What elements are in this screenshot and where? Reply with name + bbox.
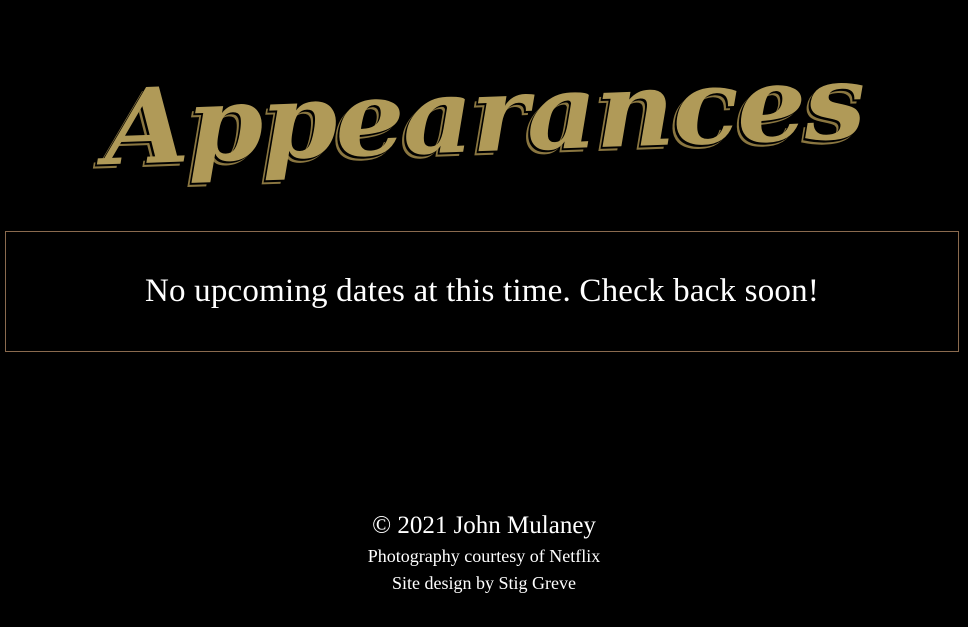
design-credit: Site design by Stig Greve xyxy=(392,573,576,593)
appearances-page: Appearances No upcoming dates at this ti… xyxy=(0,0,968,627)
photo-credit: Photography courtesy of Netflix xyxy=(367,546,601,566)
page-title: Appearances xyxy=(102,39,866,190)
no-dates-message: No upcoming dates at this time. Check ba… xyxy=(144,273,820,309)
copyright-text: © 2021 John Mulaney xyxy=(372,512,596,539)
page-header: Appearances xyxy=(0,40,968,200)
page-footer: © 2021 John Mulaney Photography courtesy… xyxy=(0,509,968,597)
appearances-notice-box: No upcoming dates at this time. Check ba… xyxy=(5,231,959,352)
